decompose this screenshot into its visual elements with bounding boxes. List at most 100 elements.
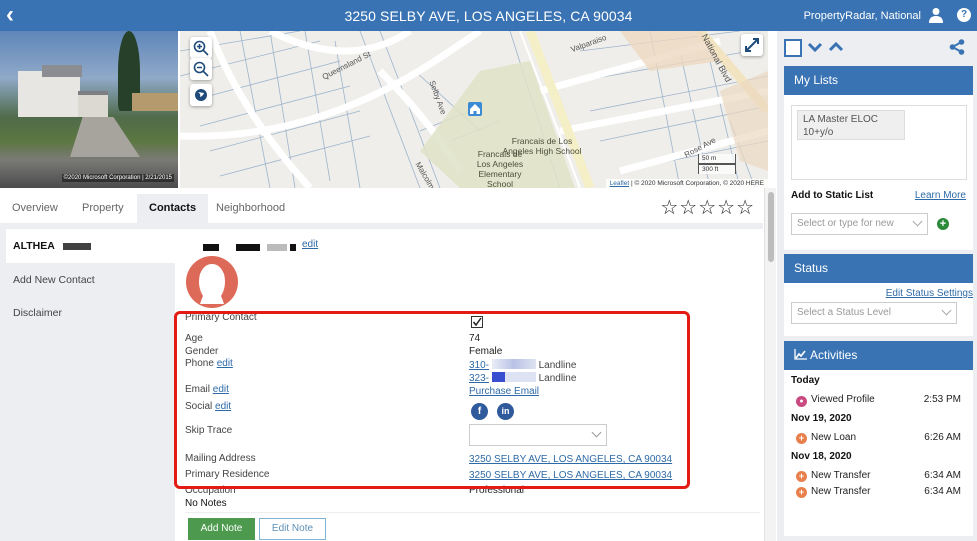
edit-name-link[interactable]: edit <box>302 239 318 250</box>
right-panel: My Lists LA Master ELOC 10+y/o Add to St… <box>777 31 977 541</box>
activity-time: 6:26 AM <box>924 432 961 443</box>
edit-note-button[interactable]: Edit Note <box>259 518 326 540</box>
star-icon[interactable]: ☆ <box>679 197 698 219</box>
my-lists-title: My Lists <box>784 66 973 95</box>
top-bar: ‹ 3250 SELBY AVE, LOS ANGELES, CA 90034 … <box>0 0 977 31</box>
add-note-button[interactable]: Add Note <box>188 518 255 540</box>
phone-field: Phone edit <box>185 358 233 369</box>
contact-name-redacted <box>203 241 297 253</box>
star-icon[interactable]: ☆ <box>660 197 679 219</box>
gender-value: Female <box>469 346 503 357</box>
fullscreen-button[interactable] <box>741 34 763 56</box>
scrollbar-thumb[interactable] <box>768 192 774 262</box>
learn-more-link[interactable]: Learn More <box>915 190 966 201</box>
leaflet-link[interactable]: Leaflet <box>610 180 630 187</box>
phone-type: Landline <box>538 373 577 384</box>
help-icon[interactable]: ? <box>957 8 971 22</box>
sidebar-item-contact[interactable]: ALTHEA <box>6 229 175 263</box>
sidebar-item-disclaimer[interactable]: Disclaimer <box>6 296 175 330</box>
tab-neighborhood[interactable]: Neighborhood <box>204 194 297 223</box>
user-icon[interactable] <box>929 7 943 23</box>
select-checkbox[interactable] <box>784 39 802 57</box>
email-field: Email edit <box>185 384 229 395</box>
avatar-icon <box>186 256 238 308</box>
activity-label: New Transfer <box>811 486 871 497</box>
edit-email-link[interactable]: edit <box>213 384 229 395</box>
phone-number-link[interactable]: 310- <box>469 360 489 371</box>
activity-day: Nov 19, 2020 <box>791 413 852 424</box>
photo-credit: ©2020 Microsoft Corporation | 2/21/2015 <box>61 174 174 182</box>
activity-item[interactable]: + New Transfer 6:34 AM <box>796 486 961 498</box>
scrollbar[interactable] <box>764 188 776 541</box>
activities-title: Activities <box>810 348 858 362</box>
static-list-placeholder: Select or type for new <box>797 218 894 229</box>
zoom-in-button[interactable] <box>190 37 212 59</box>
tab-overview[interactable]: Overview <box>0 194 70 223</box>
contacts-sidebar: ALTHEA Add New Contact Disclaimer <box>0 229 175 541</box>
static-list-select[interactable]: Select or type for new <box>791 213 928 235</box>
occupation-value: Professional <box>469 485 525 496</box>
edit-status-settings-link[interactable]: Edit Status Settings <box>886 288 973 299</box>
status-level-select[interactable]: Select a Status Level <box>791 302 957 324</box>
occupation-label: Occupation <box>185 485 236 496</box>
linkedin-icon[interactable]: in <box>497 403 514 420</box>
primary-residence-link[interactable]: 3250 SELBY AVE, LOS ANGELES, CA 90034 <box>469 470 672 481</box>
facebook-icon[interactable]: f <box>471 403 488 420</box>
phone-label: Phone <box>185 358 214 369</box>
activities-header: Activities <box>784 341 973 370</box>
activity-day: Nov 18, 2020 <box>791 451 852 462</box>
phone-number-link[interactable]: 323- <box>469 373 489 384</box>
edit-phone-link[interactable]: edit <box>217 358 233 369</box>
contact-first-name: ALTHEA <box>13 240 55 252</box>
chevron-up-icon[interactable] <box>828 41 844 53</box>
mailing-address-link[interactable]: 3250 SELBY AVE, LOS ANGELES, CA 90034 <box>469 454 672 465</box>
my-lists-card: My Lists LA Master ELOC 10+y/o Add to St… <box>784 66 973 250</box>
share-icon[interactable] <box>949 39 965 55</box>
contact-detail: edit Primary Contact Age 74 Gender Femal… <box>175 229 763 541</box>
social-field: Social edit <box>185 401 231 412</box>
tab-bar: Overview Property Contacts Neighborhood … <box>0 194 763 223</box>
activity-day: Today <box>791 375 820 386</box>
gender-label: Gender <box>185 346 219 357</box>
purchase-email-link[interactable]: Purchase Email <box>469 386 539 397</box>
star-icon[interactable]: ☆ <box>736 197 755 219</box>
sidebar-item-add-contact[interactable]: Add New Contact <box>6 263 175 297</box>
status-level-placeholder: Select a Status Level <box>797 307 891 318</box>
street-view-photo[interactable]: ©2020 Microsoft Corporation | 2/21/2015 <box>0 31 178 188</box>
property-marker[interactable] <box>468 102 482 116</box>
map[interactable]: Queensland St Selby Ave Valparaiso Natio… <box>180 31 768 188</box>
list-chip[interactable]: LA Master ELOC 10+y/o <box>797 110 905 140</box>
activity-time: 2:53 PM <box>923 394 961 405</box>
add-list-icon[interactable]: + <box>937 218 949 230</box>
plus-circle-icon: + <box>796 487 807 498</box>
school-label-elementary: Francais de Los Angeles Elementary Schoo… <box>476 149 524 188</box>
skip-trace-select[interactable] <box>469 424 607 446</box>
photo-garage <box>78 91 108 117</box>
tab-contacts[interactable]: Contacts <box>137 194 209 223</box>
tab-property[interactable]: Property <box>70 194 136 223</box>
notes-text: No Notes <box>185 498 227 509</box>
photo-driveway <box>70 117 140 157</box>
redacted-phone <box>491 372 536 382</box>
plus-circle-icon: + <box>796 471 807 482</box>
star-icon[interactable]: ☆ <box>717 197 736 219</box>
edit-social-link[interactable]: edit <box>215 401 231 412</box>
account-name[interactable]: PropertyRadar, National <box>804 10 921 22</box>
star-icon[interactable]: ☆ <box>698 197 717 219</box>
age-value: 74 <box>469 333 481 344</box>
activity-item[interactable]: + New Transfer 6:34 AM <box>796 470 961 482</box>
redacted-phone <box>491 359 536 369</box>
social-label: Social <box>185 401 213 412</box>
activity-item[interactable]: + New Loan 6:26 AM <box>796 432 961 444</box>
zoom-out-button[interactable] <box>190 58 212 80</box>
activities-card: Activities Today ● Viewed Profile 2:53 PM… <box>784 341 973 536</box>
scale-meters: 50 m <box>698 154 736 164</box>
activity-item[interactable]: ● Viewed Profile 2:53 PM <box>796 394 961 407</box>
map-scale: 50 m 300 ft <box>698 154 736 174</box>
globe-icon <box>195 89 207 101</box>
home-icon <box>470 104 480 114</box>
chevron-down-icon[interactable] <box>807 41 823 53</box>
primary-contact-checkbox[interactable] <box>471 316 483 328</box>
photo-roof <box>42 65 82 77</box>
layers-button[interactable] <box>190 84 212 106</box>
